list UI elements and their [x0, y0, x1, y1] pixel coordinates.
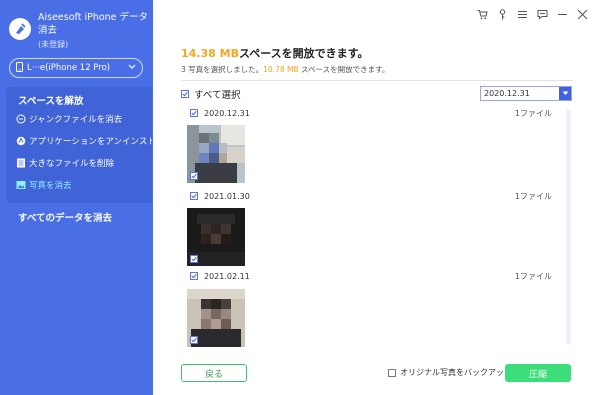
chevron-down-icon — [559, 87, 571, 100]
sidebar: Aiseesoft iPhone データ消去 (未登録) L···e(iPhon… — [0, 0, 153, 395]
chevron-down-icon — [128, 63, 136, 73]
checkbox-checked-icon — [181, 90, 189, 98]
device-name: L···e(iPhone 12 Pro) — [27, 63, 111, 73]
checkbox-checked-icon[interactable] — [190, 192, 198, 200]
phone-icon — [16, 61, 23, 75]
checkbox-checked-icon[interactable] — [190, 336, 198, 344]
compress-button[interactable]: 圧縮 — [505, 364, 571, 382]
checkbox-checked-icon[interactable] — [190, 172, 198, 180]
divider — [181, 80, 573, 81]
group-date: 2021.01.30 — [204, 191, 250, 201]
group-file-count: 1ファイル — [514, 271, 552, 281]
device-selector[interactable]: L···e(iPhone 12 Pro) — [9, 58, 143, 78]
menu-item-uninstall-apps[interactable]: アプリケーションをアンインストール — [16, 133, 152, 149]
select-all-label: すべて選択 — [194, 90, 241, 101]
registration-status: (未登録) — [38, 40, 69, 49]
section-title-free-space[interactable]: スペースを解放 — [18, 93, 83, 107]
titlebar-controls — [477, 9, 588, 20]
photo-group-header: 2021.02.11 1ファイル — [190, 270, 552, 282]
select-all-checkbox[interactable]: すべて選択 — [181, 87, 240, 101]
group-file-count: 1ファイル — [514, 108, 552, 118]
menu-item-erase-photos[interactable]: 写真を消去 — [16, 177, 152, 193]
checkbox-checked-icon[interactable] — [190, 272, 198, 280]
feedback-icon[interactable] — [537, 9, 548, 20]
group-file-count: 1ファイル — [514, 191, 552, 201]
photo-group-header: 2021.01.30 1ファイル — [190, 190, 552, 202]
photo-thumbnail[interactable] — [187, 208, 245, 266]
key-icon[interactable] — [497, 9, 508, 20]
checkbox-checked-icon[interactable] — [190, 109, 198, 117]
minimize-icon[interactable] — [557, 9, 568, 20]
app-icon — [16, 136, 26, 146]
photo-thumbnail[interactable] — [187, 125, 245, 183]
photo-icon — [16, 180, 26, 190]
backup-label: オリジナル写真をバックアップ — [400, 368, 512, 377]
checkbox-unchecked-icon — [388, 368, 396, 377]
cart-icon[interactable] — [477, 9, 488, 20]
selection-summary: 3 写真を選択しました。10.78 MB スペースを開放できます。 — [181, 65, 390, 74]
close-icon[interactable] — [577, 9, 588, 20]
app-title: Aiseesoft iPhone データ消去 — [38, 12, 149, 36]
broom-icon — [16, 114, 26, 124]
menu-item-large-files[interactable]: 大きなファイルを削除 — [16, 155, 152, 171]
checkbox-checked-icon[interactable] — [190, 255, 198, 263]
backup-originals-checkbox[interactable]: オリジナル写真をバックアップ — [388, 367, 512, 378]
photo-group-header: 2020.12.31 1ファイル — [190, 107, 552, 119]
app-logo-icon — [9, 18, 31, 40]
file-icon — [16, 158, 26, 168]
scrollbar[interactable] — [566, 109, 571, 345]
space-headline: 14.38 MBスペースを開放できます。 — [181, 47, 369, 60]
menu-item-junk-files[interactable]: ジャンクファイルを消去 — [16, 111, 152, 127]
date-filter-select[interactable]: 2020.12.31 — [480, 86, 572, 101]
menu-item-erase-all-data[interactable]: すべてのデータを消去 — [18, 210, 112, 224]
group-date: 2021.02.11 — [204, 271, 250, 281]
photo-thumbnail[interactable] — [187, 289, 245, 347]
back-button[interactable]: 戻る — [181, 364, 247, 382]
group-date: 2020.12.31 — [204, 108, 250, 118]
menu-icon[interactable] — [517, 9, 528, 20]
